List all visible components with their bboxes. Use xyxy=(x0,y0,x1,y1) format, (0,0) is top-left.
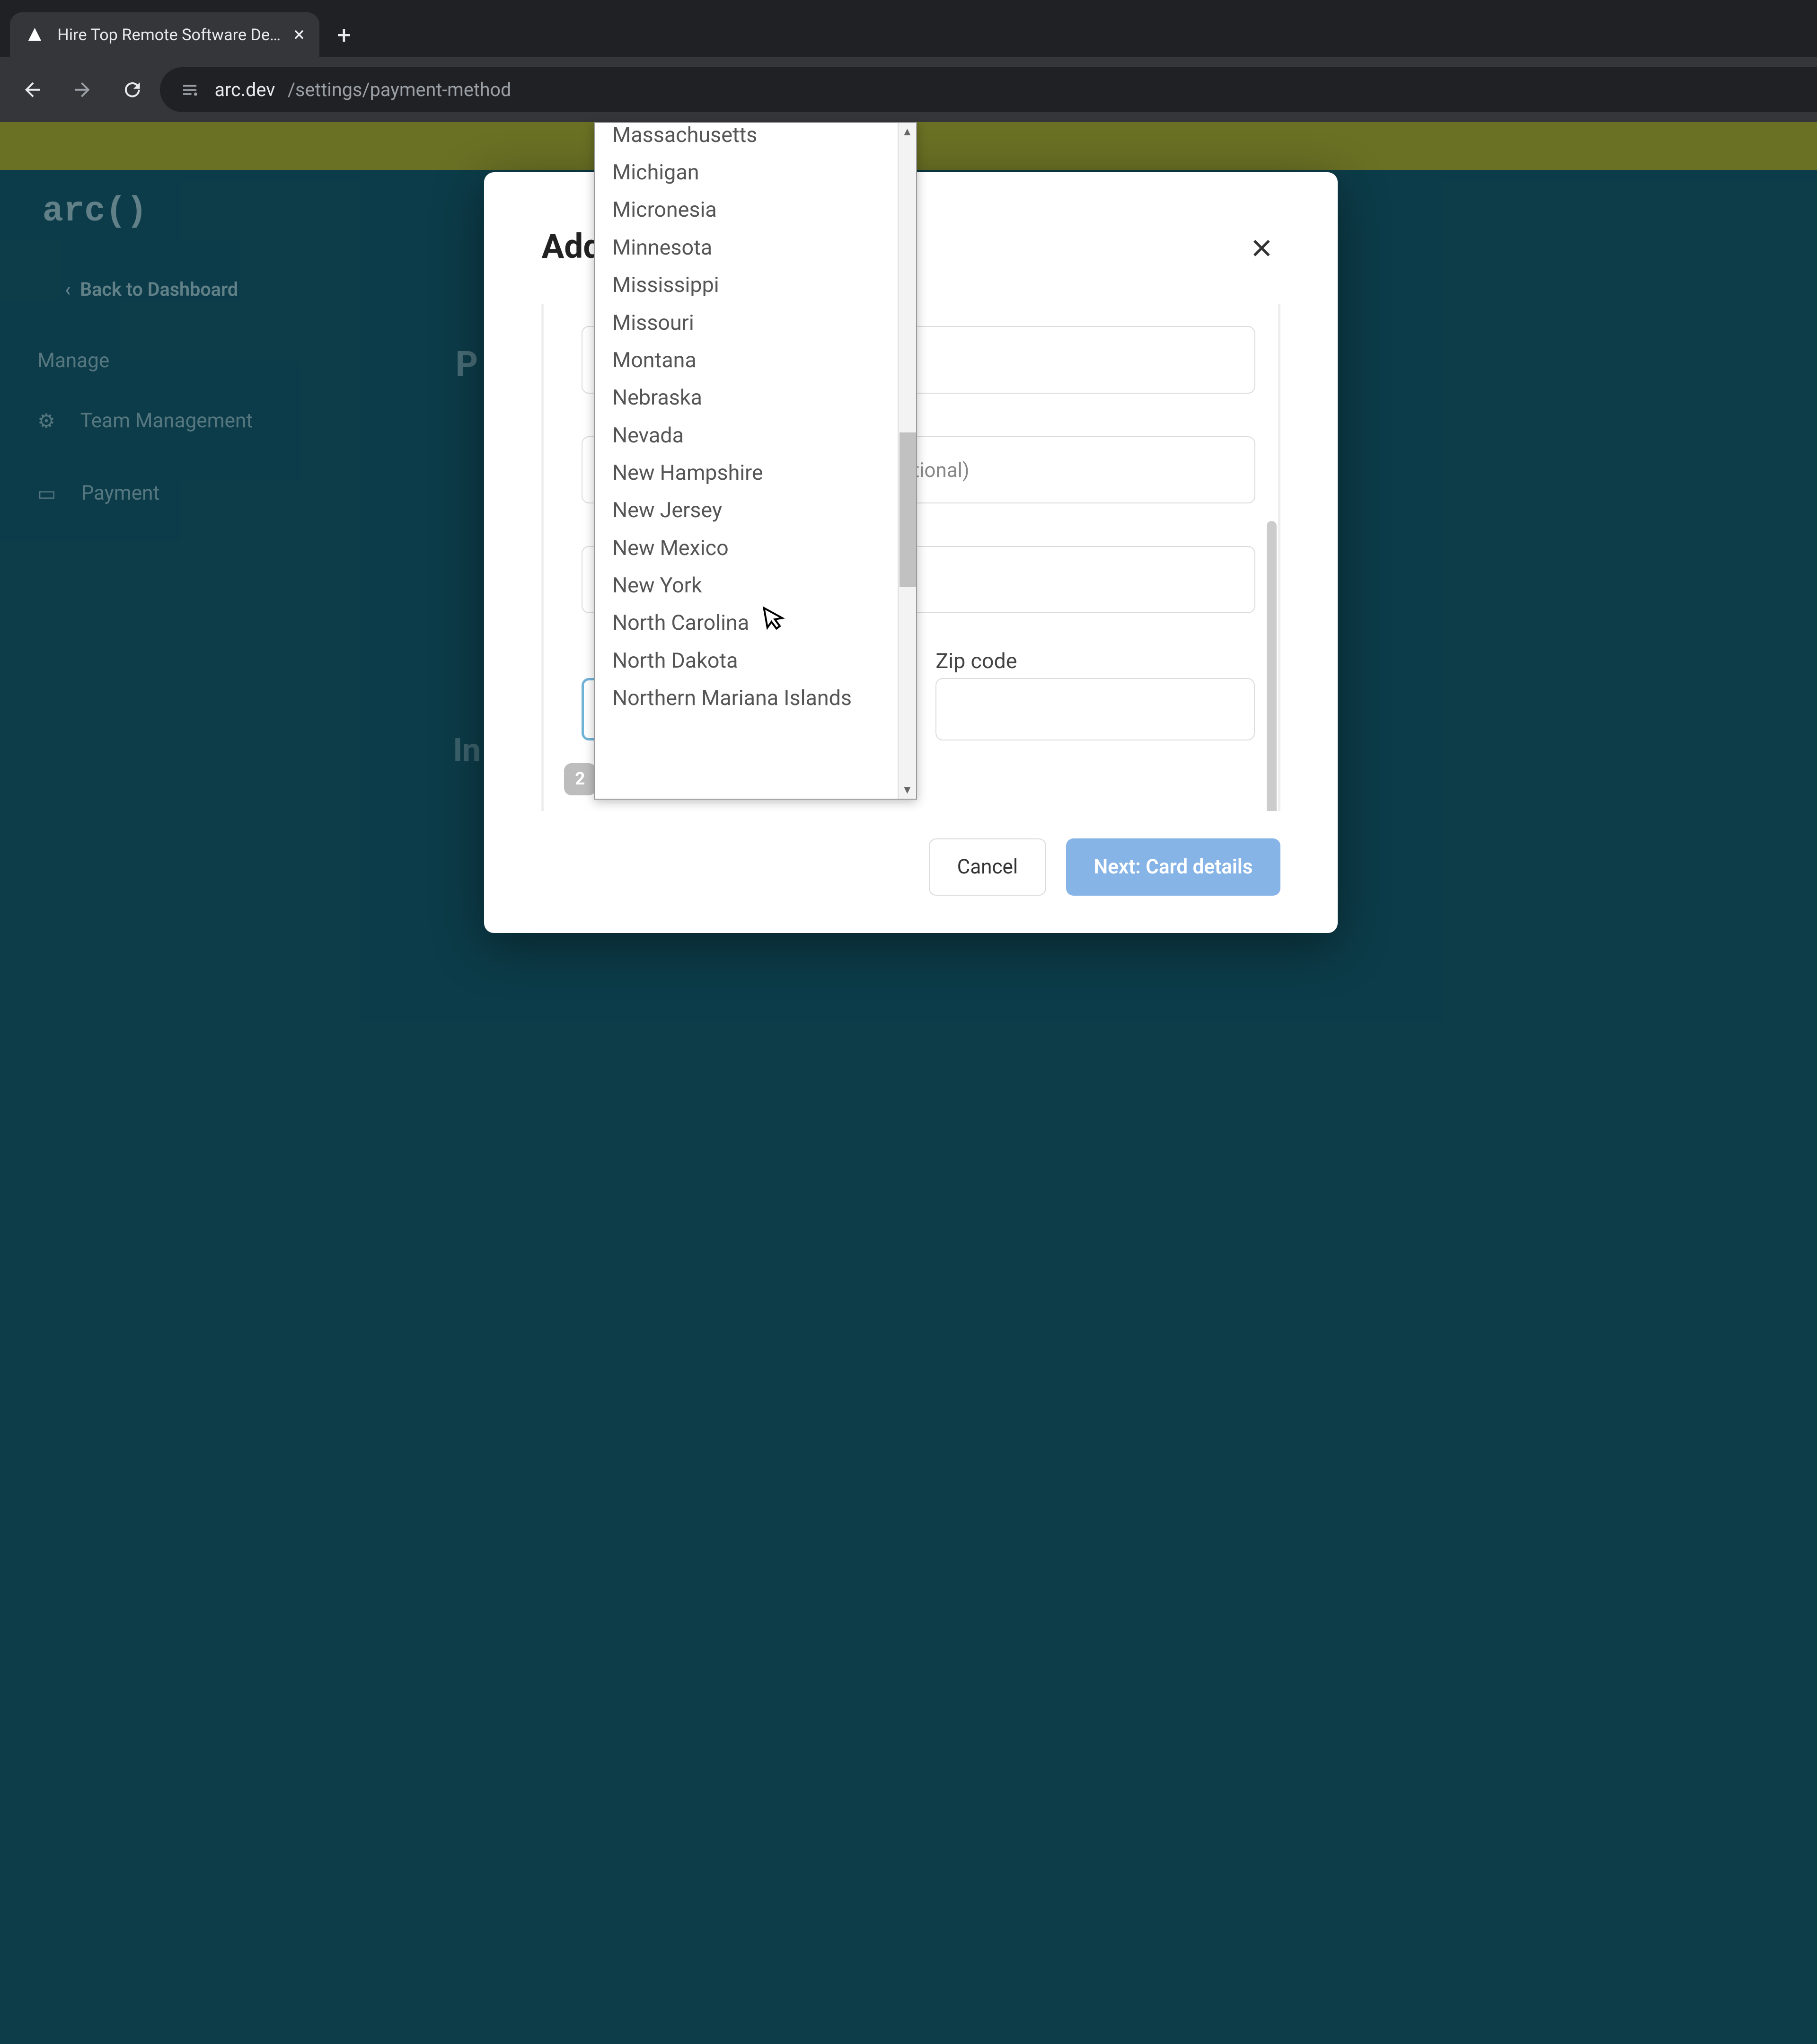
back-nav-button[interactable] xyxy=(10,67,55,112)
state-option[interactable]: New Jersey xyxy=(595,491,899,529)
tab-strip: Hire Top Remote Software Deve × + — ▢ ✕ xyxy=(0,0,1817,57)
state-option[interactable]: New York xyxy=(595,566,899,604)
cancel-button[interactable]: Cancel xyxy=(929,838,1046,896)
people-icon: ⚙ xyxy=(37,409,55,433)
state-option[interactable]: Michigan xyxy=(595,153,899,191)
state-option[interactable]: Nevada xyxy=(595,416,899,453)
form-scrollbar[interactable] xyxy=(1265,304,1278,811)
state-option[interactable]: Massachusetts xyxy=(595,123,899,153)
zip-label: Zip code xyxy=(935,648,1255,673)
step-badge-2: 2 xyxy=(564,763,597,796)
state-option[interactable]: Northern Mariana Islands xyxy=(595,679,899,716)
state-option[interactable]: Nebraska xyxy=(595,379,899,416)
scroll-down-icon[interactable]: ▼ xyxy=(899,781,917,799)
modal-close-button[interactable] xyxy=(1243,229,1280,267)
scroll-up-icon[interactable]: ▲ xyxy=(899,123,917,141)
sidebar-item-team-management[interactable]: ⚙Team Management xyxy=(37,409,253,433)
state-option[interactable]: Minnesota xyxy=(595,229,899,266)
page-title-peek: P xyxy=(456,344,478,385)
sidebar-item-payment[interactable]: ▭Payment xyxy=(37,482,159,505)
url-path: /settings/payment-method xyxy=(288,79,512,101)
state-option[interactable]: Montana xyxy=(595,341,899,379)
page-section-peek: In xyxy=(453,731,480,769)
sidebar-heading-manage: Manage xyxy=(37,349,109,372)
card-icon: ▭ xyxy=(37,482,56,505)
state-option[interactable]: New Hampshire xyxy=(595,454,899,491)
back-to-dashboard-button[interactable]: ‹ Back to Dashboard xyxy=(2,264,364,314)
url-domain: arc.dev xyxy=(215,79,275,101)
new-tab-button[interactable]: + xyxy=(319,12,369,57)
state-option[interactable]: Missouri xyxy=(595,303,899,341)
state-option[interactable]: North Dakota xyxy=(595,641,899,678)
url-bar[interactable]: arc.dev/settings/payment-method xyxy=(160,67,1817,112)
forward-nav-button[interactable] xyxy=(60,67,105,112)
state-option[interactable]: Mississippi xyxy=(595,266,899,303)
app-logo: arc() xyxy=(43,192,148,231)
site-settings-icon[interactable] xyxy=(177,77,202,102)
tab-favicon-icon xyxy=(25,25,45,45)
state-option[interactable]: Micronesia xyxy=(595,191,899,228)
zip-input[interactable] xyxy=(935,678,1255,740)
close-icon xyxy=(1249,236,1274,261)
state-option[interactable]: New Mexico xyxy=(595,529,899,566)
state-option[interactable]: North Carolina xyxy=(595,604,899,641)
reload-button[interactable] xyxy=(110,67,155,112)
browser-tab[interactable]: Hire Top Remote Software Deve × xyxy=(10,12,319,57)
dropdown-scrollbar[interactable]: ▲ ▼ xyxy=(898,123,917,799)
tab-close-icon[interactable]: × xyxy=(294,23,305,46)
next-card-details-button[interactable]: Next: Card details xyxy=(1066,838,1280,896)
state-dropdown-list: MassachusettsMichiganMicronesiaMinnesota… xyxy=(595,123,899,716)
browser-chrome: Hire Top Remote Software Deve × + — ▢ ✕ … xyxy=(0,0,1817,122)
address-bar: arc.dev/settings/payment-method | Incogn… xyxy=(0,57,1817,122)
state-dropdown[interactable]: MassachusettsMichiganMicronesiaMinnesota… xyxy=(594,122,917,800)
tab-title: Hire Top Remote Software Deve xyxy=(57,26,281,44)
